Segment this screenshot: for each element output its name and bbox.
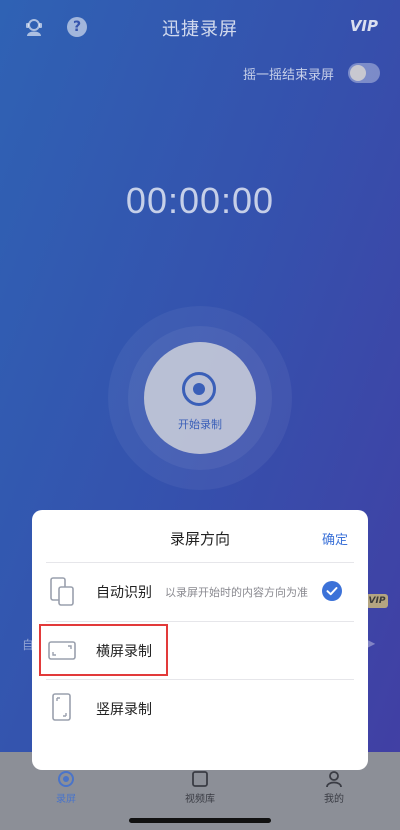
- option-auto-detect[interactable]: 自动识别 以录屏开始时的内容方向为准: [32, 563, 368, 621]
- video-library-icon: [192, 771, 208, 787]
- record-dot: [193, 383, 205, 395]
- option-auto-detect-desc: 以录屏开始时的内容方向为准: [165, 586, 308, 599]
- portrait-icon: [52, 693, 71, 721]
- tab-video-library[interactable]: 视频库: [160, 770, 240, 805]
- tab-video-library-label: 视频库: [185, 794, 215, 805]
- background-vip-badge: VIP: [366, 594, 388, 608]
- recording-timer: 00:00:00: [125, 180, 275, 221]
- shake-to-stop-toggle[interactable]: [348, 63, 380, 83]
- option-portrait[interactable]: 竖屏录制: [32, 680, 368, 738]
- start-record-label: 开始录制: [178, 418, 222, 431]
- tab-mine-label: 我的: [324, 794, 344, 805]
- auto-rotate-icon: [50, 577, 74, 606]
- highlight-box: [39, 624, 168, 676]
- record-tab-icon: [58, 771, 74, 787]
- sheet-title: 录屏方向: [169, 530, 230, 548]
- shake-to-stop-label: 摇一摇结束录屏: [242, 67, 334, 83]
- record-icon: [182, 372, 216, 406]
- start-record-button[interactable]: 开始录制: [144, 342, 256, 454]
- header: ? 迅捷录屏 VIP: [0, 0, 400, 56]
- app-screen: ? 迅捷录屏 VIP 摇一摇结束录屏 00:00:00 开始录制 自 VIP ▶…: [0, 0, 400, 830]
- orientation-sheet: 录屏方向 确定 自动识别 以录屏开始时的内容方向为准 横屏录制 竖屏录制: [32, 510, 368, 770]
- tab-record[interactable]: 录屏: [26, 770, 106, 805]
- check-icon: [322, 581, 342, 601]
- option-portrait-label: 竖屏录制: [96, 702, 152, 718]
- app-title: 迅捷录屏: [162, 19, 238, 40]
- profile-icon: [326, 771, 342, 788]
- option-auto-detect-label: 自动识别: [96, 585, 152, 601]
- tab-record-label: 录屏: [56, 794, 76, 805]
- shake-to-stop-row: 摇一摇结束录屏: [243, 62, 380, 84]
- toggle-knob: [350, 65, 366, 81]
- home-indicator: [129, 818, 271, 823]
- vip-button[interactable]: VIP: [350, 17, 378, 35]
- tab-mine[interactable]: 我的: [294, 770, 374, 805]
- confirm-button[interactable]: 确定: [322, 529, 348, 548]
